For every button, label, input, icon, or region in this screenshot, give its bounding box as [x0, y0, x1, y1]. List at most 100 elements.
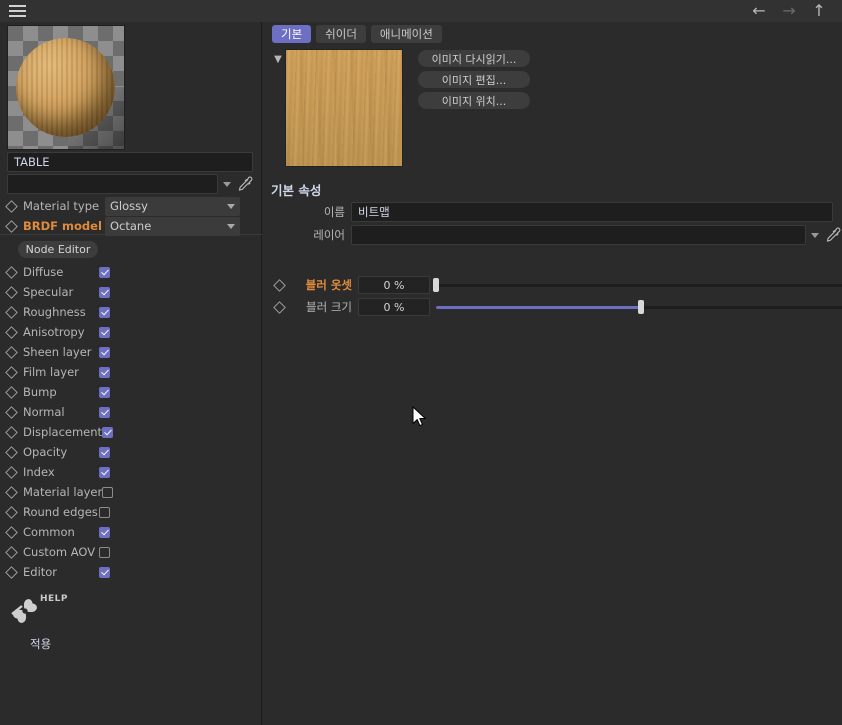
- connector-diamond-icon[interactable]: [5, 285, 18, 299]
- node-editor-label: Node Editor: [25, 243, 91, 256]
- channel-row-film-layer: Film layer: [0, 362, 262, 382]
- layer-field-input[interactable]: [351, 225, 806, 245]
- connector-diamond-icon[interactable]: [5, 199, 18, 213]
- material-type-dropdown[interactable]: Glossy: [105, 196, 240, 216]
- blur-size-value: 0 %: [383, 300, 405, 314]
- preview-shadow: [68, 87, 124, 149]
- connector-diamond-icon[interactable]: [5, 425, 18, 439]
- material-layer-input[interactable]: [7, 174, 218, 194]
- material-name-input[interactable]: TABLE: [7, 152, 253, 172]
- hamburger-menu-icon[interactable]: [0, 0, 34, 22]
- channel-label: Sheen layer: [23, 345, 92, 359]
- connector-diamond-icon[interactable]: [5, 545, 18, 559]
- channel-checkbox[interactable]: [99, 566, 110, 578]
- connector-diamond-icon[interactable]: [5, 405, 18, 419]
- eyedropper-icon[interactable]: [235, 175, 253, 193]
- channel-label: Index: [23, 465, 55, 479]
- connector-diamond-icon[interactable]: [5, 325, 18, 339]
- channel-checkbox[interactable]: [99, 506, 110, 518]
- connector-diamond-icon[interactable]: [5, 445, 18, 459]
- channel-checkbox[interactable]: [99, 306, 110, 318]
- channel-row-material-layer: Material layer: [0, 482, 262, 502]
- connector-diamond-icon[interactable]: [5, 219, 18, 233]
- pinwheel-icon: [11, 599, 37, 623]
- blur-size-value-input[interactable]: 0 %: [358, 298, 430, 316]
- slider-row-blur-offset: 블러 옷셋 0 %: [263, 275, 842, 295]
- pinwheel-help-icon[interactable]: HELP: [8, 594, 68, 628]
- channel-row-editor: Editor: [0, 562, 262, 582]
- tab-1[interactable]: 쉬이더: [316, 25, 366, 43]
- connector-diamond-icon[interactable]: [5, 345, 18, 359]
- connector-diamond-icon[interactable]: [5, 265, 18, 279]
- slider-knob[interactable]: [433, 278, 439, 292]
- channel-label: Editor: [23, 565, 58, 579]
- name-field-input[interactable]: 비트맵: [351, 202, 833, 222]
- channel-checkbox[interactable]: [99, 286, 110, 298]
- up-arrow-icon[interactable]: ↑: [806, 0, 832, 22]
- apply-label[interactable]: 적용: [30, 636, 128, 652]
- hamburger-line: [8, 15, 26, 17]
- channel-checkbox[interactable]: [102, 426, 114, 438]
- channel-label: Round edges: [23, 505, 98, 519]
- connector-diamond-icon[interactable]: [5, 565, 18, 579]
- brdf-model-value: Octane: [110, 219, 152, 233]
- tab-2[interactable]: 애니메이션: [370, 25, 442, 43]
- channel-row-round-edges: Round edges: [0, 502, 262, 522]
- node-editor-button[interactable]: Node Editor: [18, 241, 98, 258]
- property-row-brdf-model: BRDF model Octane: [0, 216, 262, 236]
- image-button-1[interactable]: 이미지 편집...: [418, 71, 530, 88]
- channel-checkbox[interactable]: [99, 546, 110, 558]
- chevron-down-icon[interactable]: ▼: [271, 52, 285, 66]
- material-sidebar: TABLE Material type Glossy BRDF model Oc…: [0, 22, 262, 725]
- top-navigation: ← → ↑: [746, 0, 842, 22]
- connector-diamond-icon[interactable]: [5, 465, 18, 479]
- brdf-model-dropdown[interactable]: Octane: [105, 216, 240, 236]
- connector-diamond-icon[interactable]: [273, 300, 286, 314]
- back-arrow-icon[interactable]: ←: [746, 0, 772, 22]
- section-title: 기본 속성: [271, 183, 322, 198]
- channel-checkbox[interactable]: [99, 386, 110, 398]
- channel-row-custom-aov: Custom AOV: [0, 542, 262, 562]
- node-properties-panel: 기본 쉬이더 애니메이션 ▼ 이미지 다시읽기... 이미지 편집... 이미지 위치.…: [263, 22, 842, 725]
- connector-diamond-icon[interactable]: [5, 305, 18, 319]
- channel-checkbox[interactable]: [99, 326, 110, 338]
- connector-diamond-icon[interactable]: [5, 385, 18, 399]
- channel-checkbox[interactable]: [99, 366, 110, 378]
- channel-label: Specular: [23, 285, 74, 299]
- image-button-2[interactable]: 이미지 위치...: [418, 92, 530, 109]
- channel-row-normal: Normal: [0, 402, 262, 422]
- channel-checkbox[interactable]: [102, 486, 114, 498]
- property-row-material-type: Material type Glossy: [0, 196, 262, 216]
- channel-row-specular: Specular: [0, 282, 262, 302]
- chevron-down-icon[interactable]: [223, 181, 231, 187]
- connector-diamond-icon[interactable]: [5, 485, 18, 499]
- hamburger-line: [8, 5, 26, 7]
- chevron-down-icon[interactable]: [811, 232, 819, 238]
- forward-arrow-icon[interactable]: →: [776, 0, 802, 22]
- channel-label: Film layer: [23, 365, 79, 379]
- connector-diamond-icon[interactable]: [5, 505, 18, 519]
- connector-diamond-icon[interactable]: [273, 278, 286, 292]
- slider-row-blur-size: 블러 크기 0 %: [263, 297, 842, 317]
- hamburger-line: [8, 10, 26, 12]
- material-preview-thumbnail[interactable]: [7, 25, 125, 150]
- channel-row-anisotropy: Anisotropy: [0, 322, 262, 342]
- channel-checkbox[interactable]: [99, 406, 110, 418]
- eyedropper-icon[interactable]: [823, 226, 841, 244]
- image-button-0[interactable]: 이미지 다시읽기...: [418, 50, 530, 67]
- channel-checkbox[interactable]: [99, 346, 110, 358]
- channel-row-opacity: Opacity: [0, 442, 262, 462]
- channel-checkbox[interactable]: [99, 446, 110, 458]
- channel-checkbox[interactable]: [99, 466, 110, 478]
- blur-offset-value-input[interactable]: 0 %: [358, 276, 430, 294]
- blur-size-slider[interactable]: [436, 298, 842, 316]
- channel-checkbox[interactable]: [99, 266, 110, 278]
- channel-label: Diffuse: [23, 265, 64, 279]
- blur-offset-slider[interactable]: [433, 276, 842, 294]
- connector-diamond-icon[interactable]: [5, 365, 18, 379]
- slider-knob[interactable]: [638, 300, 644, 314]
- connector-diamond-icon[interactable]: [5, 525, 18, 539]
- texture-thumbnail[interactable]: [285, 49, 403, 167]
- channel-checkbox[interactable]: [99, 526, 110, 538]
- tab-0[interactable]: 기본: [272, 25, 312, 43]
